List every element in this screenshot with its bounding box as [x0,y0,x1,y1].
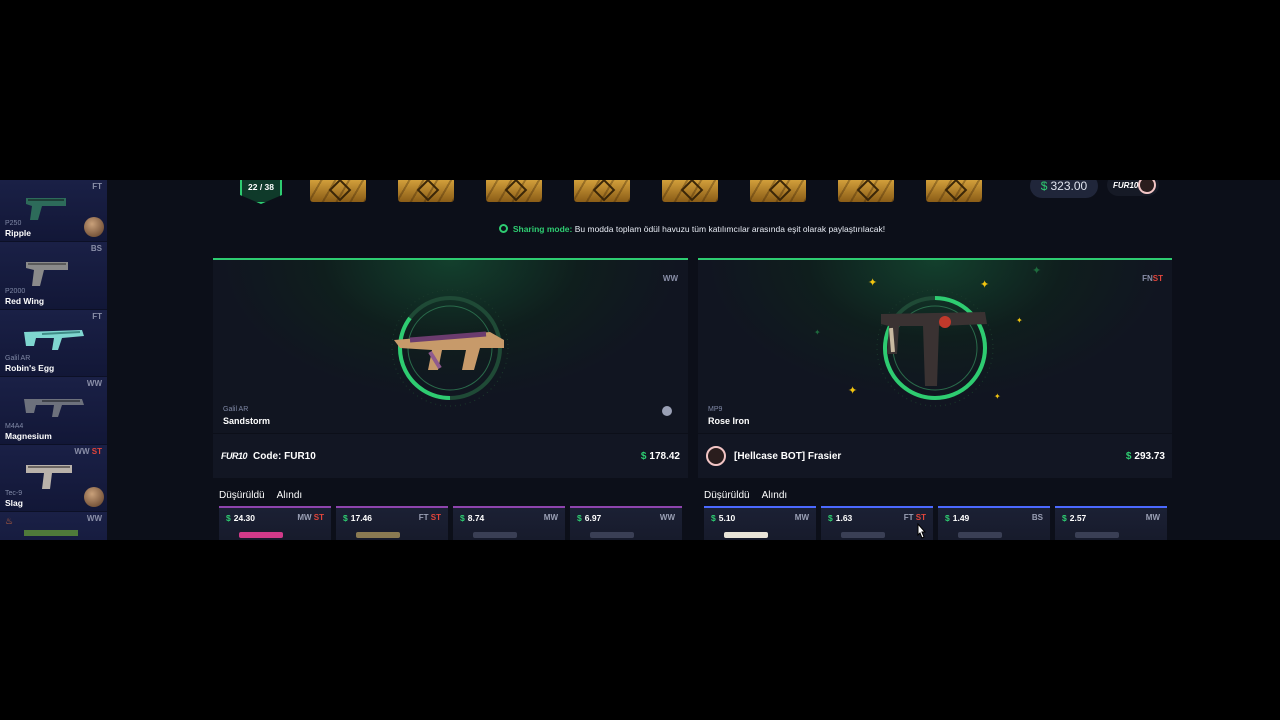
tab-dropped[interactable]: Düşürüldü [219,490,265,501]
page-gutter [107,180,212,540]
smg-icon [26,464,72,489]
fire-icon: ♨ [5,516,14,526]
case-icon [750,180,806,202]
weapon-thumbnail [1075,532,1119,538]
drop-card[interactable]: $6.97 WW [570,506,682,540]
user-avatar[interactable] [84,487,104,507]
weapon-thumbnail [724,532,768,538]
weapon-model: P250 [5,220,22,227]
condition-badge: BS [90,244,102,253]
player-logo: FUR10 [221,451,248,461]
sharing-mode-notice: Sharing mode: Bu modda toplam ödül havuz… [212,224,1172,234]
sidebar-item[interactable]: BS P2000 Red Wing [0,242,107,310]
page-gutter [1172,180,1280,540]
spinner-area: FNST ✦ ✦ ✦ ✦ ✦ ✦ ✦ MP9 Rose Iron [698,258,1173,433]
drop-card[interactable]: $24.30 MW ST [219,506,331,540]
drop-tabs: Düşürüldü Alındı [219,490,314,501]
player-row: [Hellcase BOT] Frasier $293.73 [698,434,1173,478]
total-price: $293.73 [1125,450,1165,462]
user-logo: FUR10 [1113,180,1139,190]
weapon-model: MP9 [708,406,723,413]
battle-header: 22 / 38 $323.00 FUR10 [212,180,1172,214]
case-icon [398,180,454,202]
sidebar-item[interactable]: WW M4A4 Magnesium [0,377,107,445]
rifle-icon [24,329,84,350]
condition-badge: WW [86,379,102,388]
case-icon [486,180,542,202]
drop-card[interactable]: $2.57 MW [1055,506,1167,540]
case-icon [310,180,366,202]
weapon-skin: Robin's Egg [5,363,55,373]
star-icon: ✦ [1032,265,1042,277]
player-panel: FNST ✦ ✦ ✦ ✦ ✦ ✦ ✦ MP9 Rose Iron [Hellca… [698,258,1173,479]
drop-card[interactable]: $5.10 MW [704,506,816,540]
weapon-model: P2000 [5,287,26,295]
avatar [1138,180,1156,194]
weapon-thumbnail [958,532,1002,538]
weapon-model: Galil AR [223,406,249,413]
case-icon [838,180,894,202]
total-price: $178.42 [640,450,680,462]
condition-badge: WW [86,514,102,523]
weapon-thumbnail [841,532,885,538]
weapon-skin: Red Wing [5,295,45,306]
weapon-thumbnail [239,532,283,538]
sidebar-item[interactable]: ♨ WW [0,512,107,540]
weapon-skin: Rose Iron [708,416,750,426]
sidebar-item[interactable]: FT P250 Ripple [0,180,107,242]
eye-icon[interactable] [662,406,672,416]
spinner-area: WW Galil AR Sandstorm [213,258,688,433]
weapon-model: Tec-9 [5,490,23,497]
player-name[interactable]: [Hellcase BOT] Frasier [734,451,1126,462]
live-drops-sidebar: FT P250 Ripple BS P2000 Red Wing FT Gali… [0,180,107,540]
weapon-skin: Sandstorm [223,416,271,426]
progress-ring [876,289,994,407]
condition-badge: FT [92,311,102,321]
cursor-icon [917,523,927,539]
star-icon: ✦ [814,328,821,337]
pistol-icon [26,262,68,286]
tab-dropped[interactable]: Düşürüldü [704,490,750,501]
condition-badge: WW ST [74,446,102,456]
pistol-icon [26,198,66,220]
star-icon: ✦ [994,392,1001,401]
balance-display[interactable]: $323.00 [1030,180,1098,198]
weapon-thumbnail [356,532,400,538]
drop-tabs: Düşürüldü Alındı [704,490,799,501]
check-circle-icon [498,224,508,233]
player-panel: WW Galil AR Sandstorm FUR10 Code: FUR10 … [213,258,688,479]
weapon-model: M4A4 [5,422,24,430]
weapon-thumbnail [590,532,634,538]
drop-card[interactable]: $1.49 BS [938,506,1050,540]
star-icon: ✦ [848,385,858,397]
drop-card[interactable]: $17.46 FT ST [336,506,448,540]
progress-ring [391,289,509,407]
sidebar-item[interactable]: FT Galil AR Robin's Egg [0,309,107,377]
battle-screen: FT P250 Ripple BS P2000 Red Wing FT Gali… [0,180,1280,540]
round-counter-badge: 22 / 38 [240,180,282,204]
avatar [706,446,726,466]
case-icon [926,180,982,202]
weapon-skin: Slag [5,498,23,508]
weapon-skin: Ripple [5,228,31,238]
tab-received[interactable]: Alındı [277,490,303,501]
weapon-thumbnail [473,532,517,538]
star-icon: ✦ [1016,316,1023,325]
user-avatar[interactable] [84,217,104,237]
player-row: FUR10 Code: FUR10 $178.42 [213,434,688,478]
drop-card[interactable]: $8.74 MW [453,506,565,540]
case-icon [574,180,630,202]
condition-badge: FT [92,182,102,191]
case-icon [662,180,718,202]
rifle-icon [24,530,78,536]
user-menu[interactable]: FUR10 [1107,180,1159,196]
weapon-model: Galil AR [5,355,31,362]
rifle-icon [24,399,84,417]
tab-received[interactable]: Alındı [762,490,788,501]
player-name[interactable]: Code: FUR10 [253,451,641,462]
condition-badge: FNST [1142,274,1163,283]
weapon-skin: Magnesium [5,430,52,441]
condition-badge: WW [662,274,678,283]
sidebar-item[interactable]: WW ST Tec-9 Slag [0,444,107,512]
